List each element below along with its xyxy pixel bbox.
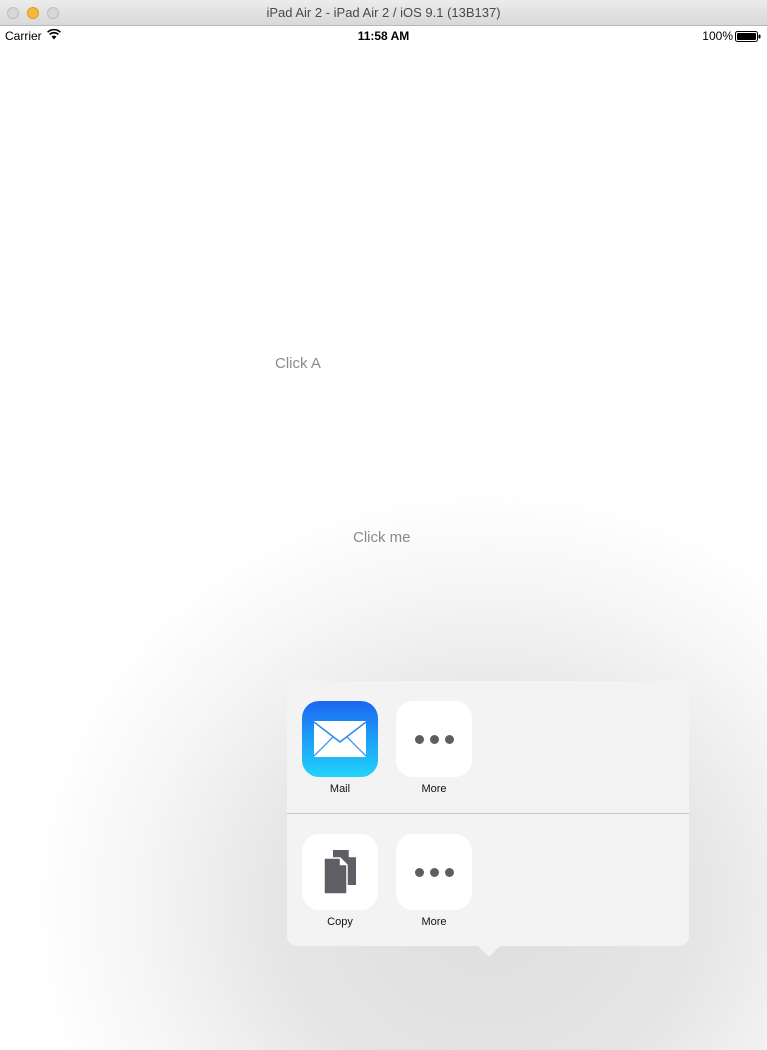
- status-time: 11:58 AM: [357, 29, 410, 43]
- more-icon[interactable]: [396, 701, 472, 777]
- click-me-button[interactable]: Click me: [353, 529, 411, 546]
- window-title-bar: iPad Air 2 - iPad Air 2 / iOS 9.1 (13B13…: [0, 0, 767, 26]
- action-row: Copy More: [287, 814, 689, 946]
- action-item-label: Copy: [327, 916, 353, 928]
- copy-icon[interactable]: [302, 834, 378, 910]
- popover-arrow: [477, 945, 501, 957]
- ios-status-bar: Carrier 11:58 AM 100%: [0, 26, 767, 46]
- battery-icon: [735, 31, 761, 45]
- share-item-mail[interactable]: Mail: [302, 701, 378, 795]
- share-row: Mail More: [287, 681, 689, 813]
- mail-icon[interactable]: [302, 701, 378, 777]
- share-item-label: Mail: [329, 783, 351, 795]
- simulator-window: iPad Air 2 - iPad Air 2 / iOS 9.1 (13B13…: [0, 0, 767, 1050]
- action-item-label: More: [421, 916, 447, 928]
- share-sheet-popover: Mail More Copy More: [287, 681, 689, 946]
- battery-percent: 100%: [702, 29, 733, 43]
- share-item-more[interactable]: More: [396, 701, 472, 795]
- click-a-button[interactable]: Click A: [275, 355, 321, 372]
- action-item-more[interactable]: More: [396, 834, 472, 928]
- share-item-label: More: [421, 783, 447, 795]
- action-item-copy[interactable]: Copy: [302, 834, 378, 928]
- more-icon[interactable]: [396, 834, 472, 910]
- window-title: iPad Air 2 - iPad Air 2 / iOS 9.1 (13B13…: [266, 5, 501, 20]
